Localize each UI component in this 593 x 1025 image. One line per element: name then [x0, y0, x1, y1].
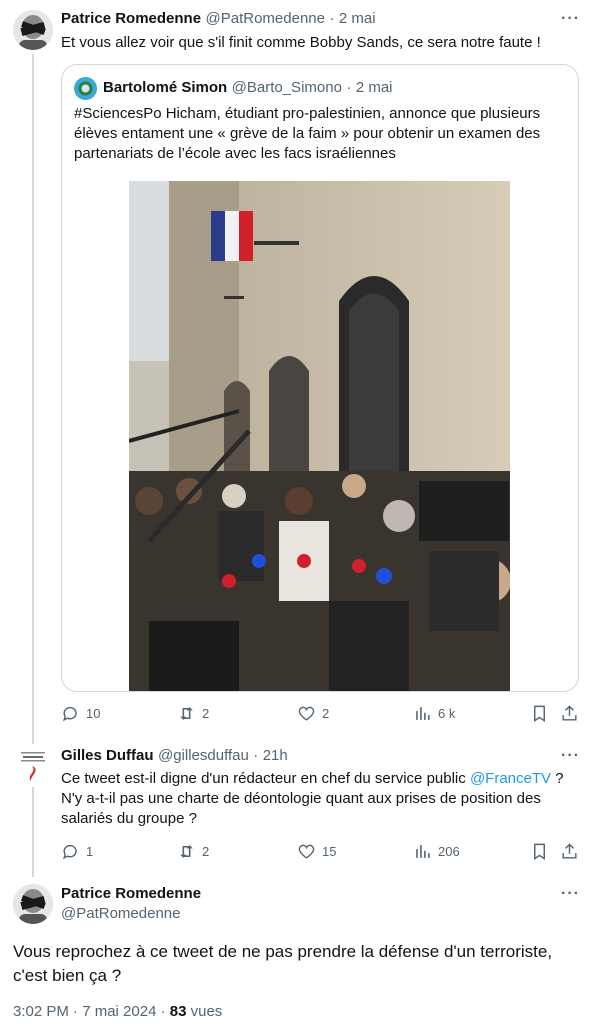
avatar[interactable]: [13, 884, 53, 924]
bookmark-icon: [534, 843, 545, 860]
views-icon: [416, 845, 430, 858]
retweet-button[interactable]: 2: [177, 704, 209, 723]
separator: ·: [346, 79, 352, 96]
bookmark-button[interactable]: [530, 704, 549, 723]
thread-line: [32, 54, 34, 744]
quote-time: 2 mai: [355, 79, 393, 96]
tweet-time[interactable]: 2 mai: [339, 10, 376, 27]
reply-button[interactable]: 10: [61, 704, 100, 723]
views-label: vues: [186, 1003, 223, 1020]
reply-icon: [62, 844, 77, 860]
author-name[interactable]: Patrice Romedenne: [61, 885, 201, 902]
retweet-count: 2: [202, 844, 210, 859]
tweet-text-part: Ce tweet est-il digne d'un rédacteur en …: [61, 770, 470, 787]
retweet-count: 2: [202, 706, 210, 721]
tweet-text: Ce tweet est-il digne d'un rédacteur en …: [61, 769, 581, 829]
tweet-header: Patrice Romedenne @PatRomedenne · 2 mai: [61, 10, 376, 28]
view-count: 6 k: [438, 706, 456, 721]
retweet-button[interactable]: 2: [177, 842, 209, 861]
mention-link[interactable]: @FranceTV: [470, 770, 551, 787]
press-scene-image: [129, 181, 510, 691]
like-count: 15: [322, 844, 337, 859]
views-icon: [416, 707, 430, 720]
tweet-meta: 3:02 PM · 7 mai 2024 · 83 vues: [13, 1003, 222, 1020]
share-button[interactable]: [560, 704, 579, 723]
author-handle[interactable]: @gillesduffau: [158, 747, 249, 764]
retweet-icon: [180, 845, 193, 858]
heart-icon: [298, 706, 315, 721]
tweet-header: Gilles Duffau @gillesduffau · 21h: [61, 747, 288, 765]
author-handle[interactable]: @PatRomedenne: [206, 10, 325, 27]
like-button[interactable]: 2: [297, 704, 329, 723]
quote-author-name: Bartolomé Simon: [103, 79, 228, 96]
author-handle[interactable]: @PatRomedenne: [61, 905, 180, 922]
share-button[interactable]: [560, 842, 579, 861]
quote-photo[interactable]: [129, 181, 510, 691]
more-options-icon[interactable]: ···: [561, 885, 580, 903]
author-name[interactable]: Gilles Duffau: [61, 747, 154, 764]
author-name[interactable]: Patrice Romedenne: [61, 10, 201, 27]
timestamp[interactable]: 3:02 PM · 7 mai 2024 ·: [13, 1003, 170, 1020]
separator: ·: [253, 747, 259, 764]
bookmark-icon: [534, 705, 545, 722]
more-options-icon[interactable]: ···: [561, 10, 580, 28]
thread-line: [32, 787, 34, 877]
views-count: 83: [169, 1003, 187, 1020]
like-button[interactable]: 15: [297, 842, 336, 861]
quote-text: #SciencesPo Hicham, étudiant pro-palesti…: [74, 105, 541, 162]
quote-author-handle: @Barto_Simono: [231, 79, 342, 96]
views-button[interactable]: 6 k: [413, 704, 455, 723]
quote-avatar: [74, 77, 97, 100]
views-button[interactable]: 206: [413, 842, 460, 861]
reply-icon: [62, 706, 77, 722]
more-options-icon[interactable]: ···: [561, 747, 580, 765]
separator: ·: [329, 10, 335, 27]
quote-header: Bartolomé Simon @Barto_Simono · 2 mai: [103, 79, 393, 97]
reply-count: 1: [86, 844, 94, 859]
reply-button[interactable]: 1: [61, 842, 93, 861]
share-icon: [562, 705, 577, 721]
tweet-text: Vous reprochez à ce tweet de ne pas pren…: [13, 942, 553, 985]
like-count: 2: [322, 706, 330, 721]
view-count: 206: [438, 844, 460, 859]
avatar[interactable]: [18, 748, 48, 782]
bookmark-button[interactable]: [530, 842, 549, 861]
avatar[interactable]: [13, 10, 53, 50]
share-icon: [562, 843, 577, 859]
tweet-text: Et vous allez voir que s'il finit comme …: [61, 34, 541, 51]
retweet-icon: [180, 707, 193, 720]
heart-icon: [298, 844, 315, 859]
reply-count: 10: [86, 706, 101, 721]
tweet-time[interactable]: 21h: [263, 747, 288, 764]
